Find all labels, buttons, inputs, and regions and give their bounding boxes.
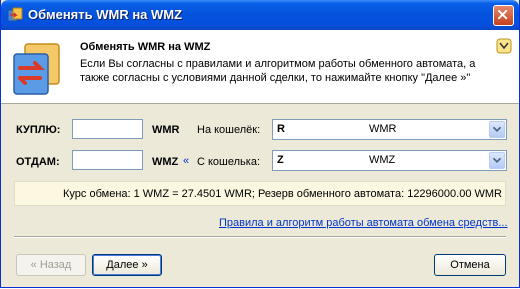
- next-button[interactable]: Далее »: [92, 254, 162, 276]
- give-currency: WMZ: [152, 156, 179, 168]
- to-purse-code: R: [277, 123, 285, 135]
- dropdown-button[interactable]: [489, 121, 505, 138]
- exchange-icon: [7, 7, 23, 22]
- give-label: ОТДАМ:: [16, 156, 60, 168]
- chevron-down-icon: [492, 157, 502, 164]
- divider: [14, 236, 506, 238]
- from-purse-select[interactable]: Z WMZ: [272, 150, 507, 171]
- exchange-rate-panel: Курс обмена: 1 WMZ = 27.4501 WMR; Резерв…: [14, 181, 506, 206]
- to-purse-label: На кошелёк:: [197, 124, 261, 136]
- rules-link[interactable]: Правила и алгоритм работы автомата обмен…: [219, 217, 508, 229]
- close-button[interactable]: [493, 5, 514, 26]
- close-icon: [497, 9, 508, 20]
- buy-amount-input[interactable]: [72, 119, 143, 139]
- buy-currency: WMR: [152, 124, 180, 136]
- buy-label: КУПЛЮ:: [16, 124, 61, 136]
- help-icon[interactable]: [496, 38, 512, 54]
- exchange-icon: [13, 43, 60, 95]
- exchange-rate-text: Курс обмена: 1 WMZ = 27.4501 WMR; Резерв…: [63, 188, 502, 200]
- give-amount-input[interactable]: [72, 150, 143, 170]
- chevron-down-icon: [492, 126, 502, 133]
- from-purse-code: Z: [277, 154, 284, 166]
- dialog-header: Обменять WMR на WMZ Если Вы согласны с п…: [1, 30, 519, 104]
- cancel-button[interactable]: Отмена: [434, 254, 506, 276]
- back-button[interactable]: « Назад: [16, 254, 86, 276]
- header-title: Обменять WMR на WMZ: [80, 41, 211, 53]
- dropdown-button[interactable]: [489, 152, 505, 169]
- direction-arrow: «: [183, 155, 190, 167]
- to-purse-name: WMR: [369, 123, 397, 135]
- from-purse-label: С кошелька:: [197, 156, 261, 168]
- to-purse-select[interactable]: R WMR: [272, 119, 507, 140]
- window-title: Обменять WMR на WMZ: [28, 7, 183, 22]
- title-bar[interactable]: Обменять WMR на WMZ: [1, 0, 519, 30]
- from-purse-name: WMZ: [369, 154, 396, 166]
- exchange-dialog: Обменять WMR на WMZ Обменять WMR на WMZ …: [0, 0, 520, 288]
- header-description: Если Вы согласны с правилами и алгоритмо…: [80, 58, 476, 84]
